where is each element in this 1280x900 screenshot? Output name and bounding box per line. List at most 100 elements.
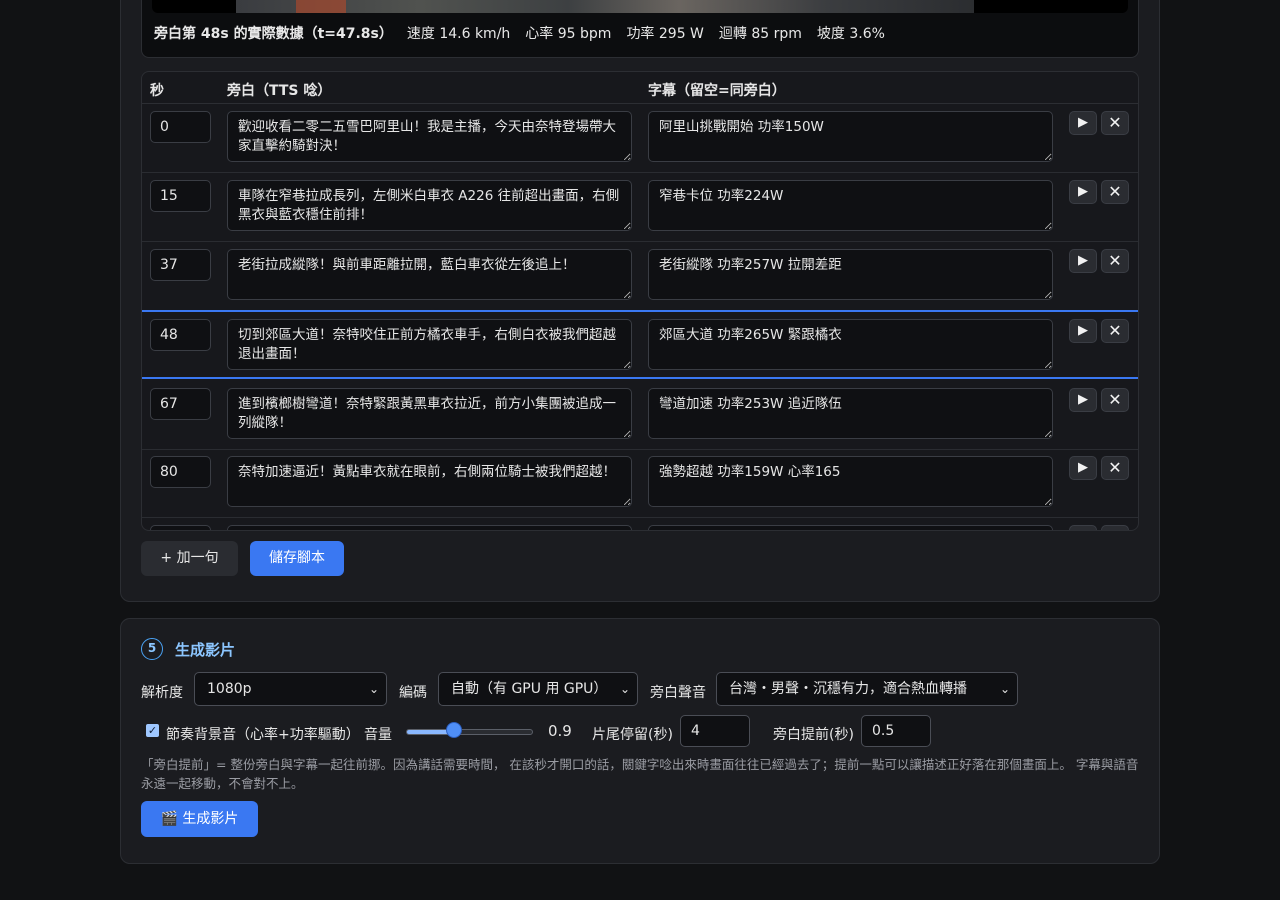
data-preview-panel: 旁白第 48s 的實際數據（t=47.8s） 速度 14.6 km/h 心率 95 … <box>141 0 1139 58</box>
play-icon: ▶ <box>1078 529 1088 530</box>
video-preview <box>152 0 1128 13</box>
voice-label: 旁白聲音 <box>650 685 706 701</box>
narration-textarea[interactable]: 奈特加速逼近！黃點車衣就在眼前，右側兩位騎士被我們超越！ <box>227 456 632 507</box>
seconds-input[interactable]: 0 <box>150 111 211 143</box>
chevron-down-icon: ⌄ <box>999 682 1010 696</box>
script-table[interactable]: 秒 旁白（TTS 唸） 字幕（留空=同旁白） 0 歡迎收看二零二五雪巴阿里山！我是… <box>141 71 1139 531</box>
resolution-label: 解析度 <box>141 685 183 701</box>
subtitle-textarea[interactable]: 彎道加速 功率253W 追近隊伍 <box>648 388 1053 439</box>
stats-lead: 旁白第 48s 的實際數據（t=47.8s） <box>154 26 393 42</box>
generate-card: 5 生成影片 解析度 1080p ⌄ 編碼 自動（有 GPU 用 GPU） ⌄ … <box>120 618 1160 864</box>
resolution-value: 1080p <box>207 681 252 697</box>
stat-speed: 速度 14.6 km/h <box>406 26 511 42</box>
save-script-button[interactable]: 儲存腳本 <box>250 541 344 576</box>
advance-label: 旁白提前(秒) <box>773 727 854 743</box>
encoder-select[interactable]: 自動（有 GPU 用 GPU） ⌄ <box>438 672 638 706</box>
play-icon: ▶ <box>1078 115 1088 130</box>
delete-row-button[interactable]: ✕ <box>1101 111 1129 135</box>
close-icon: ✕ <box>1108 458 1122 477</box>
script-row: 15 車隊在窄巷拉成長列，左側米白車衣 A226 往前超出畫面，右側黑衣與藍衣穩住… <box>142 173 1138 242</box>
stats-line: 旁白第 48s 的實際數據（t=47.8s） 速度 14.6 km/h 心率 95 … <box>154 23 900 43</box>
delete-row-button[interactable]: ✕ <box>1101 319 1129 343</box>
header-subtitle: 字幕（留空=同旁白） <box>648 83 786 99</box>
seconds-input[interactable]: 67 <box>150 388 211 420</box>
seconds-input[interactable]: 48 <box>150 319 211 351</box>
delete-row-button[interactable]: ✕ <box>1101 388 1129 412</box>
play-icon: ▶ <box>1078 184 1088 199</box>
subtitle-textarea[interactable]: 郊區大道 功率265W 緊跟橘衣 <box>648 319 1053 370</box>
voice-value: 台灣・男聲・沉穩有力，適合熱血轉播 <box>729 681 967 697</box>
play-icon: ▶ <box>1078 392 1088 407</box>
stat-heart-rate: 心率 95 bpm <box>525 26 612 42</box>
script-row: 80 奈特加速逼近！黃點車衣就在眼前，右側兩位騎士被我們超越！ 強勢超越 功率159… <box>142 449 1138 518</box>
script-row: 48 切到郊區大道！奈特咬住正前方橘衣車手，右側白衣被我們超越退出畫面！ 郊區大道 … <box>142 310 1138 379</box>
subtitle-textarea[interactable]: 強勢超越 功率159W 心率165 <box>648 456 1053 507</box>
stat-power: 功率 295 W <box>626 26 704 42</box>
section-title: 生成影片 <box>175 641 236 659</box>
play-row-button[interactable]: ▶ <box>1069 525 1097 530</box>
close-icon: ✕ <box>1108 113 1122 132</box>
close-icon: ✕ <box>1108 251 1122 270</box>
script-row: ▶✕ <box>142 518 1138 530</box>
bgm-label: 節奏背景音（心率+功率驅動） <box>166 727 360 743</box>
add-line-button[interactable]: + 加一句 <box>141 541 238 576</box>
volume-slider[interactable] <box>406 729 533 735</box>
generate-video-button[interactable]: 🎬 生成影片 <box>141 801 258 837</box>
header-narration: 旁白（TTS 唸） <box>227 83 332 99</box>
resolution-select[interactable]: 1080p ⌄ <box>194 672 387 706</box>
seconds-input[interactable]: 80 <box>150 456 211 488</box>
narration-textarea[interactable]: 歡迎收看二零二五雪巴阿里山！我是主播，今天由奈特登場帶大家直擊約騎對決！ <box>227 111 632 162</box>
advance-hint: 「旁白提前」= 整份旁白與字幕一起往前挪。因為講話需要時間， 在該秒才開口的話，… <box>141 757 1139 791</box>
narration-textarea[interactable]: 老街拉成縱隊！與前車距離拉開，藍白車衣從左後追上！ <box>227 249 632 300</box>
play-row-button[interactable]: ▶ <box>1069 180 1097 204</box>
subtitle-textarea[interactable]: 窄巷卡位 功率224W <box>648 180 1053 231</box>
chevron-down-icon: ⌄ <box>619 682 630 696</box>
play-row-button[interactable]: ▶ <box>1069 111 1097 135</box>
stat-cadence: 迴轉 85 rpm <box>718 26 802 42</box>
delete-row-button[interactable]: ✕ <box>1101 249 1129 273</box>
play-icon: ▶ <box>1078 323 1088 338</box>
play-row-button[interactable]: ▶ <box>1069 456 1097 480</box>
encoder-value: 自動（有 GPU 用 GPU） <box>451 681 608 697</box>
bgm-checkbox[interactable]: ✓ <box>146 724 159 737</box>
play-icon: ▶ <box>1078 253 1088 268</box>
subtitle-textarea[interactable]: 阿里山挑戰開始 功率150W <box>648 111 1053 162</box>
close-icon: ✕ <box>1108 527 1121 530</box>
narration-textarea[interactable] <box>227 525 632 530</box>
header-sec: 秒 <box>150 83 164 99</box>
narration-textarea[interactable]: 車隊在窄巷拉成長列，左側米白車衣 A226 往前超出畫面，右側黑衣與藍衣穩住前排… <box>227 180 632 231</box>
close-icon: ✕ <box>1108 182 1122 201</box>
seconds-input[interactable]: 37 <box>150 249 211 281</box>
tail-label: 片尾停留(秒) <box>592 727 673 743</box>
stat-grade: 坡度 3.6% <box>816 26 885 42</box>
video-frame <box>236 0 974 13</box>
tail-seconds-input[interactable]: 4 <box>680 715 750 747</box>
volume-label: 音量 <box>364 727 392 743</box>
narration-textarea[interactable]: 進到檳榔樹彎道！奈特緊跟黃黑車衣拉近，前方小集團被追成一列縱隊！ <box>227 388 632 439</box>
subtitle-textarea[interactable] <box>648 525 1053 530</box>
script-row: 0 歡迎收看二零二五雪巴阿里山！我是主播，今天由奈特登場帶大家直擊約騎對決！ 阿里山… <box>142 104 1138 173</box>
volume-value: 0.9 <box>548 722 572 740</box>
volume-slider-thumb[interactable] <box>446 722 463 738</box>
seconds-input[interactable]: 15 <box>150 180 211 212</box>
close-icon: ✕ <box>1108 321 1122 340</box>
voice-select[interactable]: 台灣・男聲・沉穩有力，適合熱血轉播 ⌄ <box>716 672 1018 706</box>
play-row-button[interactable]: ▶ <box>1069 388 1097 412</box>
close-icon: ✕ <box>1108 390 1122 409</box>
delete-row-button[interactable]: ✕ <box>1101 180 1129 204</box>
subtitle-textarea[interactable]: 老街縱隊 功率257W 拉開差距 <box>648 249 1053 300</box>
script-row: 67 進到檳榔樹彎道！奈特緊跟黃黑車衣拉近，前方小集團被追成一列縱隊！ 彎道加速 功… <box>142 381 1138 450</box>
delete-row-button[interactable]: ✕ <box>1101 525 1129 530</box>
narration-textarea[interactable]: 切到郊區大道！奈特咬住正前方橘衣車手，右側白衣被我們超越退出畫面！ <box>227 319 632 370</box>
script-row: 37 老街拉成縱隊！與前車距離拉開，藍白車衣從左後追上！ 老街縱隊 功率257W 拉… <box>142 242 1138 311</box>
advance-seconds-input[interactable]: 0.5 <box>861 715 931 747</box>
seconds-input[interactable] <box>150 525 211 530</box>
play-row-button[interactable]: ▶ <box>1069 319 1097 343</box>
delete-row-button[interactable]: ✕ <box>1101 456 1129 480</box>
encoder-label: 編碼 <box>399 685 427 701</box>
chevron-down-icon: ⌄ <box>368 682 379 696</box>
play-row-button[interactable]: ▶ <box>1069 249 1097 273</box>
table-header: 秒 旁白（TTS 唸） 字幕（留空=同旁白） <box>142 72 1138 104</box>
play-icon: ▶ <box>1078 460 1088 475</box>
script-card: 旁白第 48s 的實際數據（t=47.8s） 速度 14.6 km/h 心率 95 … <box>120 0 1160 602</box>
